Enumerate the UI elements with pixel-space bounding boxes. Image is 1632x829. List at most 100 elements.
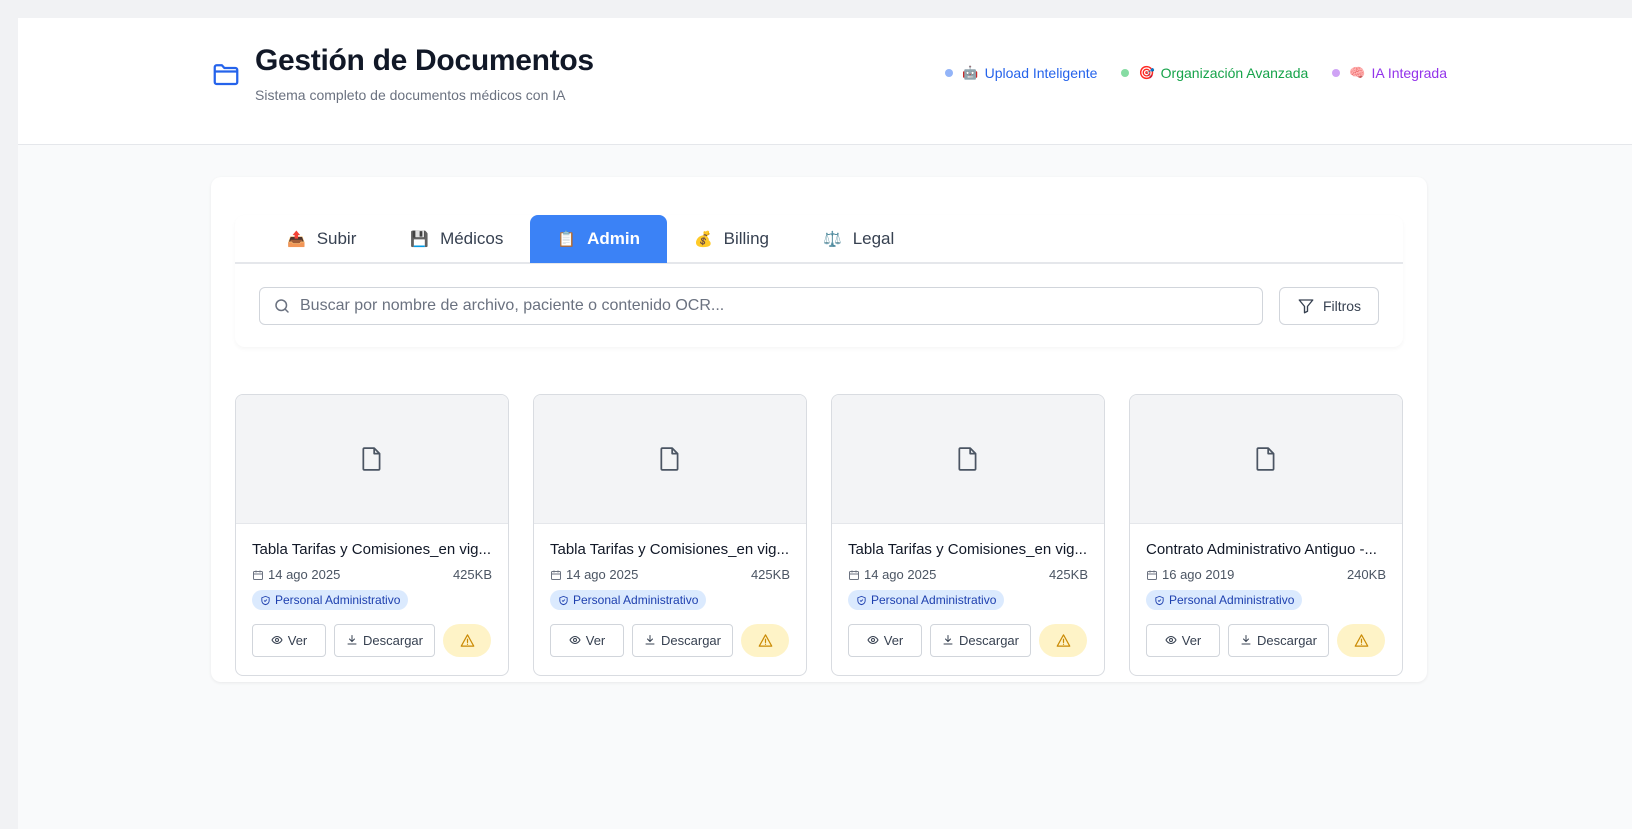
money-bag-icon: 💰: [693, 231, 713, 248]
download-button[interactable]: Descargar: [334, 623, 435, 657]
filter-icon: [1298, 299, 1314, 314]
tab-billing[interactable]: 💰 Billing: [667, 215, 796, 263]
status-dot: [1121, 69, 1130, 77]
badge-label: Personal Administrativo: [871, 593, 997, 607]
feature-label: IA Integrada: [1371, 65, 1447, 81]
document-card: Tabla Tarifas y Comisiones_en vig... 14 …: [235, 394, 509, 676]
document-thumbnail[interactable]: [534, 395, 806, 524]
search-input[interactable]: [300, 297, 1240, 315]
category-badge: Personal Administrativo: [550, 590, 707, 610]
file-icon: [660, 447, 679, 471]
page-title: Gestión de Documentos: [255, 44, 594, 77]
download-label: Descargar: [959, 632, 1019, 648]
status-dot: [945, 69, 954, 77]
app-root: Gestión de Documentos Sistema completo d…: [18, 18, 1632, 829]
calendar-icon: [253, 570, 263, 580]
calendar-icon: [551, 570, 561, 580]
search-icon: [275, 299, 289, 313]
document-card: Tabla Tarifas y Comisiones_en vig... 14 …: [533, 394, 807, 676]
clipboard-icon: 📋: [557, 231, 577, 248]
warning-icon: [758, 633, 772, 647]
document-date: 14 ago 2025: [550, 567, 638, 582]
date-text: 14 ago 2025: [566, 567, 639, 582]
shield-icon: [1155, 595, 1164, 605]
badge-label: Personal Administrativo: [573, 593, 699, 607]
feature-label: Organización Avanzada: [1160, 65, 1309, 81]
download-label: Descargar: [363, 632, 423, 648]
feature-label: Upload Inteligente: [984, 65, 1098, 81]
download-button[interactable]: Descargar: [930, 623, 1031, 657]
document-card: Tabla Tarifas y Comisiones_en vig... 14 …: [831, 394, 1105, 676]
shield-icon: [857, 595, 866, 605]
view-label: Ver: [585, 632, 606, 648]
file-size: 425KB: [452, 567, 492, 582]
view-button[interactable]: Ver: [1146, 623, 1220, 657]
warning-icon: [1056, 633, 1070, 647]
download-icon: [943, 635, 953, 645]
target-icon: 🎯: [1138, 65, 1155, 80]
outbox-icon: 📤: [287, 231, 306, 248]
page-subtitle: Sistema completo de documentos médicos c…: [255, 87, 566, 103]
feature-list: 🤖 Upload Inteligente 🎯 Organización Avan…: [945, 65, 1447, 81]
document-title: Tabla Tarifas y Comisiones_en vig...: [550, 541, 790, 558]
badge-label: Personal Administrativo: [1169, 593, 1295, 607]
document-grid: Tabla Tarifas y Comisiones_en vig... 14 …: [235, 394, 1403, 676]
file-size: 240KB: [1346, 567, 1386, 582]
eye-icon: [867, 635, 879, 645]
top-header: Gestión de Documentos Sistema completo d…: [18, 18, 1632, 145]
tab-medicos[interactable]: 💾 Médicos: [383, 215, 530, 263]
toolbar-card: 📤 Subir 💾 Médicos 📋 Admin 💰 Billing ⚖️ L…: [235, 215, 1403, 347]
document-thumbnail[interactable]: [1130, 395, 1402, 524]
scales-icon: ⚖️: [823, 231, 842, 248]
filters-button[interactable]: Filtros: [1279, 287, 1379, 325]
file-size: 425KB: [750, 567, 790, 582]
download-button[interactable]: Descargar: [1228, 623, 1329, 657]
tab-label: Admin: [587, 229, 640, 248]
documents-panel: 📤 Subir 💾 Médicos 📋 Admin 💰 Billing ⚖️ L…: [211, 177, 1427, 682]
document-thumbnail[interactable]: [832, 395, 1104, 524]
view-button[interactable]: Ver: [848, 623, 922, 657]
badge-label: Personal Administrativo: [275, 593, 401, 607]
folder-icon: [213, 64, 239, 86]
download-icon: [645, 635, 655, 645]
view-label: Ver: [883, 632, 904, 648]
view-label: Ver: [287, 632, 308, 648]
document-thumbnail[interactable]: [236, 395, 508, 524]
shield-icon: [261, 595, 270, 605]
date-text: 14 ago 2025: [864, 567, 937, 582]
robot-icon: 🤖: [962, 65, 979, 80]
warning-icon: [460, 633, 474, 647]
search-box: [259, 287, 1263, 325]
document-date: 16 ago 2019: [1146, 567, 1234, 582]
document-date: 14 ago 2025: [252, 567, 340, 582]
tab-admin[interactable]: 📋 Admin: [530, 215, 667, 263]
category-badge: Personal Administrativo: [252, 590, 409, 610]
tab-label: Legal: [852, 229, 895, 248]
document-date: 14 ago 2025: [848, 567, 936, 582]
calendar-icon: [1147, 570, 1157, 580]
warning-icon: [1354, 633, 1368, 647]
eye-icon: [271, 635, 283, 645]
view-label: Ver: [1181, 632, 1202, 648]
tab-subir[interactable]: 📤 Subir: [260, 215, 383, 263]
floppy-disk-icon: 💾: [410, 231, 430, 248]
download-icon: [347, 635, 357, 645]
warning-button[interactable]: [443, 623, 491, 657]
tab-legal[interactable]: ⚖️ Legal: [796, 215, 921, 263]
warning-button[interactable]: [1039, 623, 1087, 657]
view-button[interactable]: Ver: [252, 623, 326, 657]
eye-icon: [1165, 635, 1177, 645]
brain-icon: 🧠: [1349, 65, 1366, 80]
category-badge: Personal Administrativo: [848, 590, 1005, 610]
document-title: Tabla Tarifas y Comisiones_en vig...: [252, 541, 492, 558]
view-button[interactable]: Ver: [550, 623, 624, 657]
download-button[interactable]: Descargar: [632, 623, 733, 657]
document-title: Contrato Administrativo Antiguo -...: [1146, 541, 1377, 558]
shield-icon: [559, 595, 568, 605]
warning-button[interactable]: [1337, 623, 1385, 657]
feature-upload-inteligente: 🤖 Upload Inteligente: [945, 65, 1097, 81]
tab-label: Médicos: [440, 229, 504, 248]
file-icon: [958, 447, 977, 471]
download-label: Descargar: [661, 632, 721, 648]
warning-button[interactable]: [741, 623, 789, 657]
